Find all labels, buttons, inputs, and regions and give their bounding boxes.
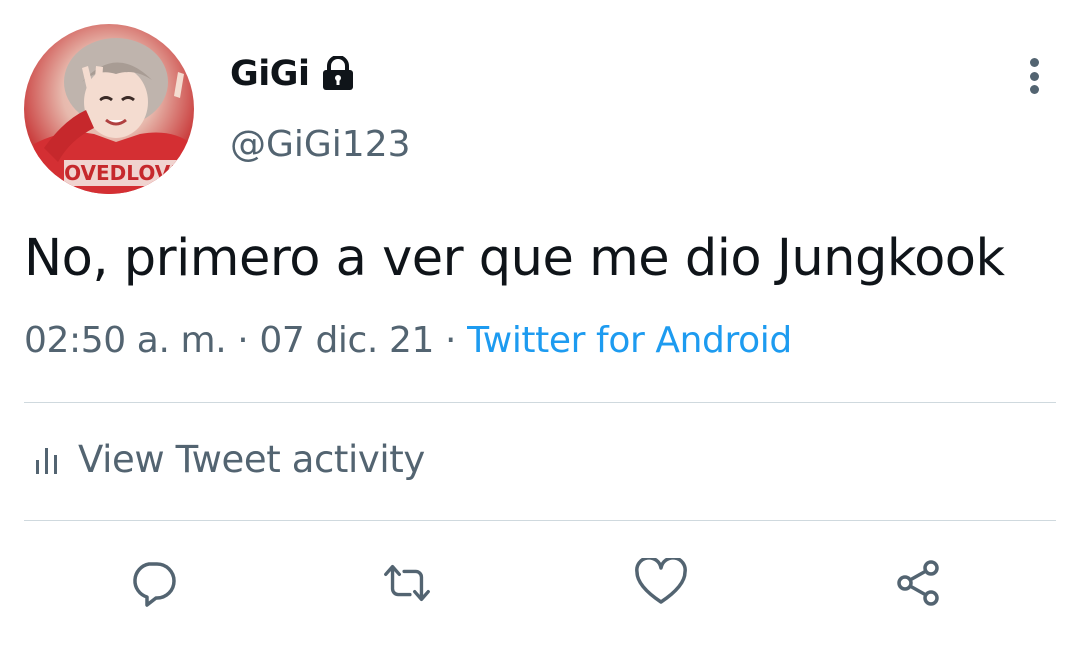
like-button[interactable]	[634, 556, 688, 610]
reply-button[interactable]	[126, 556, 180, 610]
lock-icon	[321, 56, 355, 92]
author-name-row[interactable]: GiGi	[230, 54, 355, 94]
meta-separator: ·	[237, 320, 249, 361]
tweet-detail: OVEDLOVE GiGi @GiGi123 No, primero a ver…	[0, 0, 1080, 659]
more-options-icon[interactable]	[1016, 54, 1052, 98]
tweet-source-link[interactable]: Twitter for Android	[467, 320, 792, 361]
avatar[interactable]: OVEDLOVE	[24, 24, 194, 194]
retweet-button[interactable]	[380, 556, 434, 610]
meta-separator: ·	[445, 320, 457, 361]
retweet-icon	[384, 564, 430, 602]
tweet-text: No, primero a ver que me dio Jungkook	[24, 229, 1005, 288]
more-dot	[1029, 58, 1039, 67]
divider	[24, 520, 1056, 521]
author-display-name[interactable]: GiGi	[230, 54, 310, 94]
reply-icon	[133, 562, 176, 607]
tweet-metadata: 02:50 a. m. · 07 dic. 21 · Twitter for A…	[24, 320, 792, 361]
heart-icon	[635, 558, 687, 604]
view-tweet-activity-label: View Tweet activity	[78, 438, 425, 481]
share-button[interactable]	[892, 556, 946, 610]
bar-chart-icon	[34, 444, 60, 476]
tweet-time[interactable]: 02:50 a. m.	[24, 320, 227, 361]
more-dot	[1029, 71, 1039, 81]
divider	[24, 402, 1056, 403]
more-dot	[1029, 85, 1039, 94]
view-tweet-activity-button[interactable]: View Tweet activity	[34, 438, 425, 481]
tweet-date[interactable]: 07 dic. 21	[259, 320, 434, 361]
avatar-shirt-text: OVEDLOVE	[64, 161, 184, 185]
share-icon	[897, 560, 939, 606]
author-handle[interactable]: @GiGi123	[230, 124, 411, 165]
